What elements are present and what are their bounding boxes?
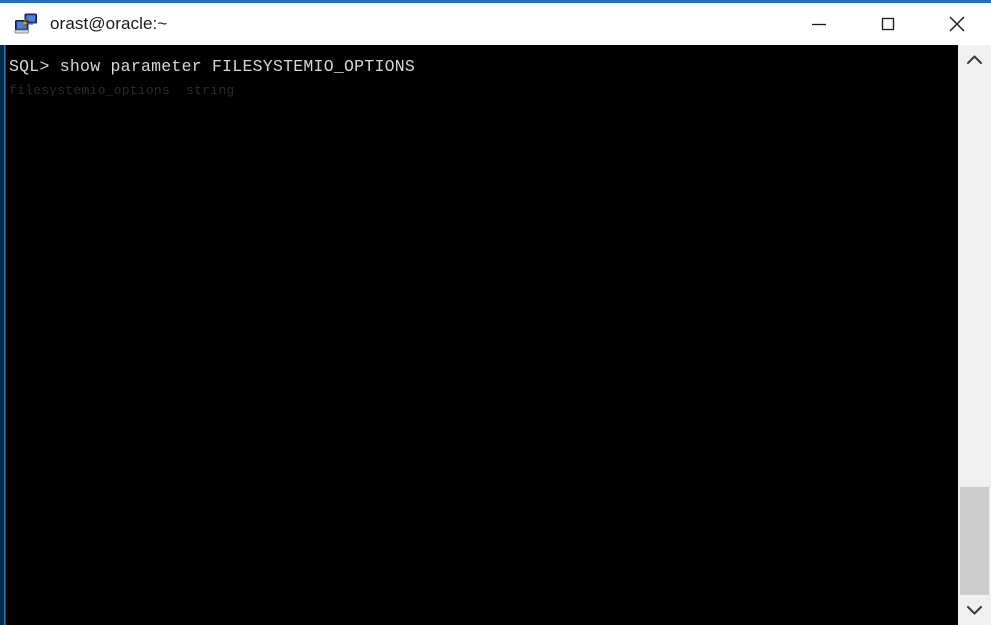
maximize-icon xyxy=(881,17,894,31)
terminal-scrollbar[interactable] xyxy=(958,45,991,625)
putty-terminal-icon xyxy=(14,12,38,36)
chevron-down-icon xyxy=(966,605,983,615)
titlebar-drag-region[interactable]: orast@oracle:~ xyxy=(0,3,784,45)
scrollbar-down-button[interactable] xyxy=(958,595,991,625)
scrollbar-up-button[interactable] xyxy=(958,45,991,75)
terminal-screen[interactable]: SQL> show parameter FILESYSTEMIO_OPTIONS… xyxy=(7,45,958,625)
close-button[interactable] xyxy=(922,3,991,45)
minimize-button[interactable] xyxy=(784,3,853,45)
minimize-icon xyxy=(811,23,826,26)
putty-terminal-window: orast@oracle:~ SQL> show parameter FILES… xyxy=(0,0,991,625)
maximize-button[interactable] xyxy=(853,3,922,45)
scrollbar-thumb[interactable] xyxy=(960,487,989,605)
terminal-frame: SQL> show parameter FILESYSTEMIO_OPTIONS… xyxy=(0,45,991,625)
titlebar[interactable]: orast@oracle:~ xyxy=(0,3,991,45)
window-controls xyxy=(784,3,991,45)
chevron-up-icon xyxy=(966,55,983,65)
scrollbar-track[interactable] xyxy=(958,75,991,607)
terminal-console-text: SQL> show parameter FILESYSTEMIO_OPTIONS… xyxy=(9,55,415,103)
window-title: orast@oracle:~ xyxy=(50,14,168,33)
terminal-line: SQL> show parameter FILESYSTEMIO_OPTIONS xyxy=(9,57,416,76)
window-left-border-highlight xyxy=(4,45,5,625)
window-left-border xyxy=(0,45,6,625)
close-icon xyxy=(949,16,964,32)
terminal-ghost-line: filesystemio_options string xyxy=(9,83,235,98)
